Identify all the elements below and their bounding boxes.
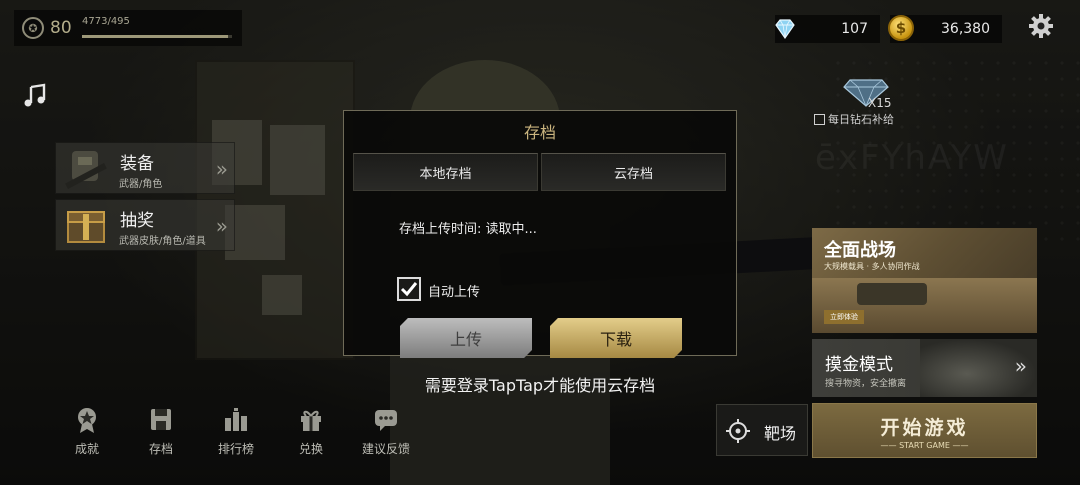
start-game-button[interactable]: 开始游戏 —— START GAME —— [812,403,1037,458]
auto-upload-label: 自动上传 [428,285,481,300]
diamond-icon [775,19,795,40]
diamond-count: 107 [841,21,868,37]
nav-achievements[interactable]: 成就 [57,406,117,462]
coin-count: 36,380 [941,21,990,37]
equipment-card[interactable]: 装备 武器/角色 » [55,142,235,194]
tab-local-save[interactable]: 本地存档 [353,153,538,191]
lottery-subtitle: 武器皮肤/角色/道具 [119,236,206,247]
equipment-title: 装备 [120,154,154,174]
dialog-title: 存档 [523,123,556,142]
nav-achievements-label: 成就 [74,442,99,456]
gear-icon[interactable] [1027,12,1055,40]
checkmark-icon [400,282,418,297]
leaderboard-icon [225,408,247,431]
battlefield-title: 全面战场 [824,240,896,261]
feedback-icon [375,410,397,431]
auto-upload-checkbox[interactable] [397,277,421,301]
loot-crate-icon [67,211,105,243]
daily-diamond-count: X15 [868,96,892,110]
shooting-range-label: 靶场 [764,424,797,443]
tab-cloud-save-label: 云存档 [613,166,653,182]
xp-fill [82,35,228,38]
upload-button[interactable]: 上传 [400,318,532,358]
crosshair-icon [726,419,750,443]
nav-redeem[interactable]: 兑换 [281,406,341,462]
daily-label: 每日钻石补给 [828,113,894,126]
music-note-icon[interactable] [22,83,48,109]
nav-feedback-label: 建议反馈 [361,442,410,456]
tab-local-save-label: 本地存档 [419,166,472,182]
save-icon [151,409,171,430]
extraction-subtitle: 搜寻物资，安全撤离 [825,379,907,389]
battlefield-subtitle: 大规模载具 · 多人协同作战 [824,262,920,271]
start-game-subtitle: —— START GAME —— [880,441,969,450]
nav-save[interactable]: 存档 [131,406,191,462]
extraction-title: 摸金模式 [825,355,893,375]
upload-time-status: 存档上传时间: 读取中... [399,222,537,237]
extraction-mode-card[interactable]: 摸金模式 搜寻物资，安全撤离 » [812,339,1037,397]
player-level: 80 [50,18,72,38]
save-dialog: 存档 本地存档 云存档 存档上传时间: 读取中... 自动上传 上传 下载 [343,110,737,358]
coin-counter[interactable]: $ 36,380 [888,15,1002,43]
tab-cloud-save[interactable]: 云存档 [541,153,726,191]
nav-leaderboard-label: 排行榜 [217,442,254,456]
xp-text: 4773/495 [82,16,130,27]
medal-icon [78,408,96,433]
nav-redeem-label: 兑换 [298,442,323,456]
upload-button-label: 上传 [449,330,482,349]
diamond-counter[interactable]: 107 [775,15,880,43]
lottery-title: 抽奖 [120,211,154,231]
daily-diamond-supply[interactable]: X15 每日钻石补给 [812,78,922,128]
nav-leaderboard[interactable]: 排行榜 [206,406,266,462]
shooting-range-button[interactable]: 靶场 [716,404,808,456]
taptap-login-notice: 需要登录TapTap才能使用云存档 [424,376,656,395]
tank-silhouette [857,283,927,305]
equipment-subtitle: 武器/角色 [119,179,163,190]
download-button[interactable]: 下载 [550,318,682,358]
start-game-title: 开始游戏 [880,417,969,439]
coin-icon: $ [888,15,914,41]
download-button-label: 下载 [599,330,632,349]
xp-track [82,35,232,38]
daily-label-row: 每日钻石补给 [814,111,894,127]
watermark: ēxFYhAYW [815,138,1009,178]
battlefield-try-tag[interactable]: 立即体验 [824,310,864,324]
chevron-right-icon: » [215,157,228,181]
rank-emblem-icon: ✪ [22,17,44,39]
battlefield-mode-card[interactable]: 全面战场 大规模载具 · 多人协同作战 立即体验 [812,228,1037,333]
nav-save-label: 存档 [148,442,173,456]
gift-icon [301,410,321,431]
nav-feedback[interactable]: 建议反馈 [356,406,416,462]
rifle-armor-icon [65,151,107,189]
chevron-right-icon: » [215,214,228,238]
player-level-bar: ✪ 80 4773/495 [14,10,242,46]
lottery-card[interactable]: 抽奖 武器皮肤/角色/道具 » [55,199,235,251]
xp-progress: 4773/495 [82,15,240,41]
calendar-icon [814,113,825,125]
chevron-right-icon: » [1014,354,1027,378]
